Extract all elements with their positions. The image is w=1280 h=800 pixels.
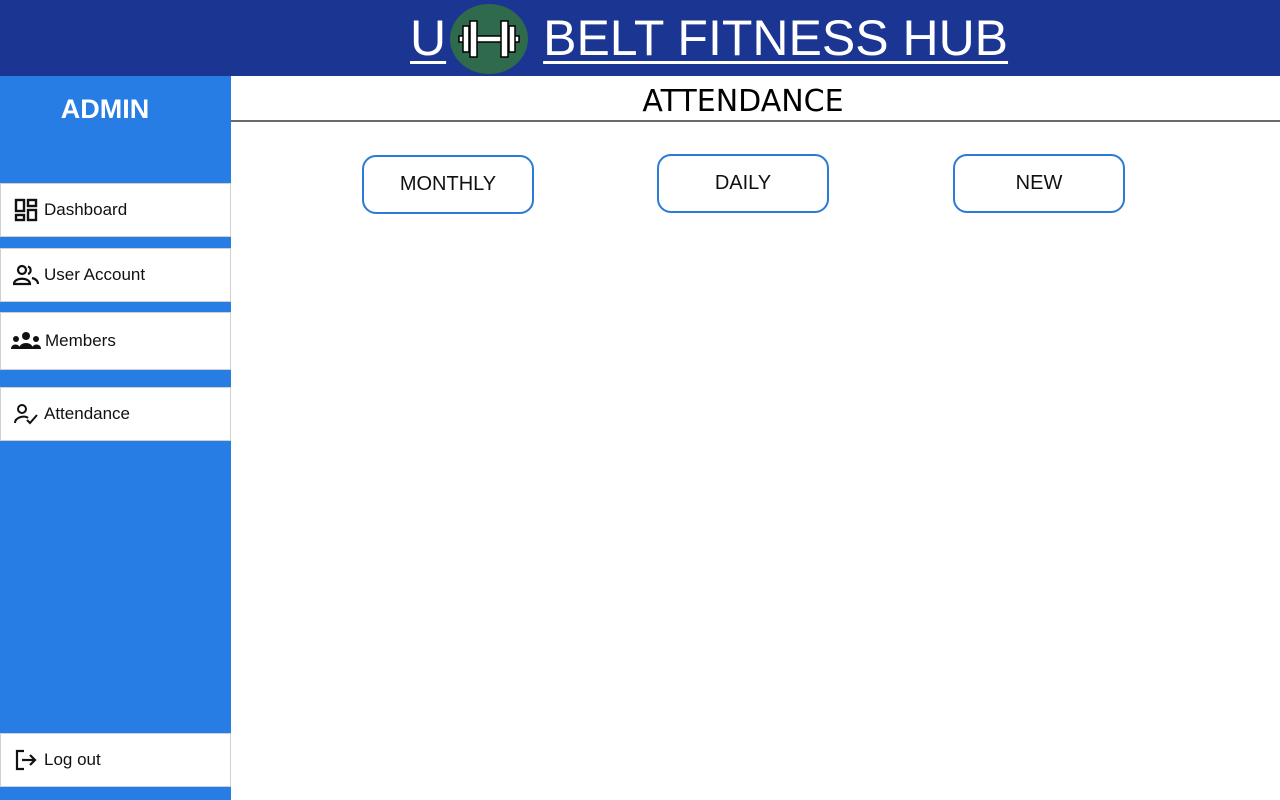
logout-label: Log out — [44, 750, 101, 769]
app-title-suffix: BELT FITNESS HUB — [543, 10, 1009, 66]
logout-button[interactable]: Log out — [0, 733, 231, 787]
dashboard-icon — [13, 197, 39, 223]
page-title: ATTENDANCE — [642, 84, 844, 119]
app-header: U BELT FITNESS HUB — [0, 0, 1280, 76]
sidebar-item-label: Members — [45, 331, 116, 350]
daily-button[interactable]: DAILY — [657, 154, 829, 213]
sidebar-title: ADMIN — [60, 94, 150, 124]
sidebar-item-members[interactable]: Members — [0, 312, 231, 370]
sidebar-item-user-account[interactable]: User Account — [0, 248, 231, 302]
new-button[interactable]: NEW — [953, 154, 1125, 213]
monthly-button[interactable]: MONTHLY — [362, 155, 534, 214]
group-icon — [11, 328, 41, 354]
app-title-prefix: U — [410, 10, 447, 66]
sidebar-item-attendance[interactable]: Attendance — [0, 387, 231, 441]
dumbbell-logo — [450, 4, 528, 74]
logout-icon — [13, 747, 39, 773]
title-divider — [231, 120, 1280, 122]
sidebar: ADMIN Dashboard User Account Members Att… — [0, 76, 231, 800]
users-icon — [13, 262, 39, 288]
sidebar-item-label: Dashboard — [44, 200, 128, 219]
sidebar-item-dashboard[interactable]: Dashboard — [0, 183, 231, 237]
main-content: ATTENDANCE MONTHLY DAILY NEW — [231, 76, 1280, 800]
dumbbell-icon — [458, 20, 520, 58]
sidebar-item-label: Attendance — [44, 404, 131, 423]
sidebar-item-label: User Account — [44, 265, 146, 284]
person-check-icon — [13, 401, 39, 427]
